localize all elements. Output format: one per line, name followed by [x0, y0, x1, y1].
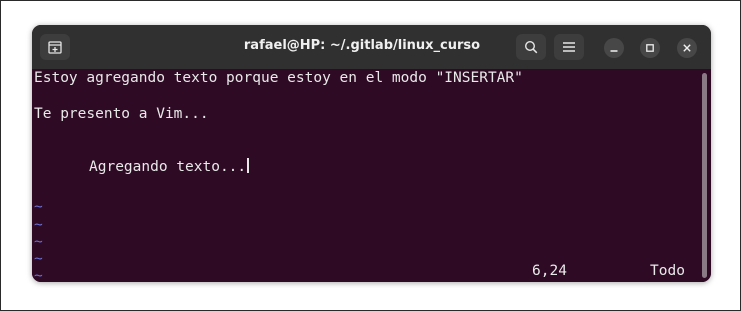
title-bar: rafael@HP: ~/.gitlab/linux_curso: [32, 25, 711, 69]
empty-line-marker: ~: [34, 217, 43, 233]
close-icon: [683, 44, 691, 52]
terminal-window: rafael@HP: ~/.gitlab/linux_curso Estoy a…: [32, 25, 711, 282]
search-button[interactable]: [516, 34, 546, 60]
maximize-icon: [646, 44, 654, 52]
screenshot-frame: rafael@HP: ~/.gitlab/linux_curso Estoy a…: [0, 0, 741, 311]
maximize-button[interactable]: [640, 38, 660, 58]
new-tab-icon: [48, 40, 62, 54]
window-title: rafael@HP: ~/.gitlab/linux_curso: [243, 38, 481, 53]
text-cursor: [247, 158, 250, 173]
scroll-position-indicator: Todo: [650, 263, 685, 279]
cursor-char: .: [237, 159, 247, 175]
editor-line-6-text: Agregando texto..: [89, 159, 238, 175]
editor-line-3: Te presento a Vim...: [34, 106, 209, 122]
minimize-button[interactable]: [604, 38, 624, 58]
search-icon: [524, 40, 538, 54]
close-button[interactable]: [677, 38, 697, 58]
menu-button[interactable]: [554, 34, 584, 60]
editor-line-1: Estoy agregando texto porque estoy en el…: [34, 70, 523, 86]
new-tab-button[interactable]: [40, 34, 70, 60]
editor-line-6: Agregando texto...: [89, 158, 250, 176]
scrollbar[interactable]: [702, 73, 707, 278]
empty-line-marker: ~: [34, 268, 43, 282]
cursor-position-ruler: 6,24: [532, 263, 567, 279]
minimize-icon: [610, 50, 618, 52]
terminal-editor-area[interactable]: Estoy agregando texto porque estoy en el…: [32, 69, 711, 282]
empty-line-marker: ~: [34, 199, 43, 215]
empty-line-marker: ~: [34, 251, 43, 267]
empty-line-marker: ~: [34, 234, 43, 250]
hamburger-menu-icon: [563, 42, 575, 52]
